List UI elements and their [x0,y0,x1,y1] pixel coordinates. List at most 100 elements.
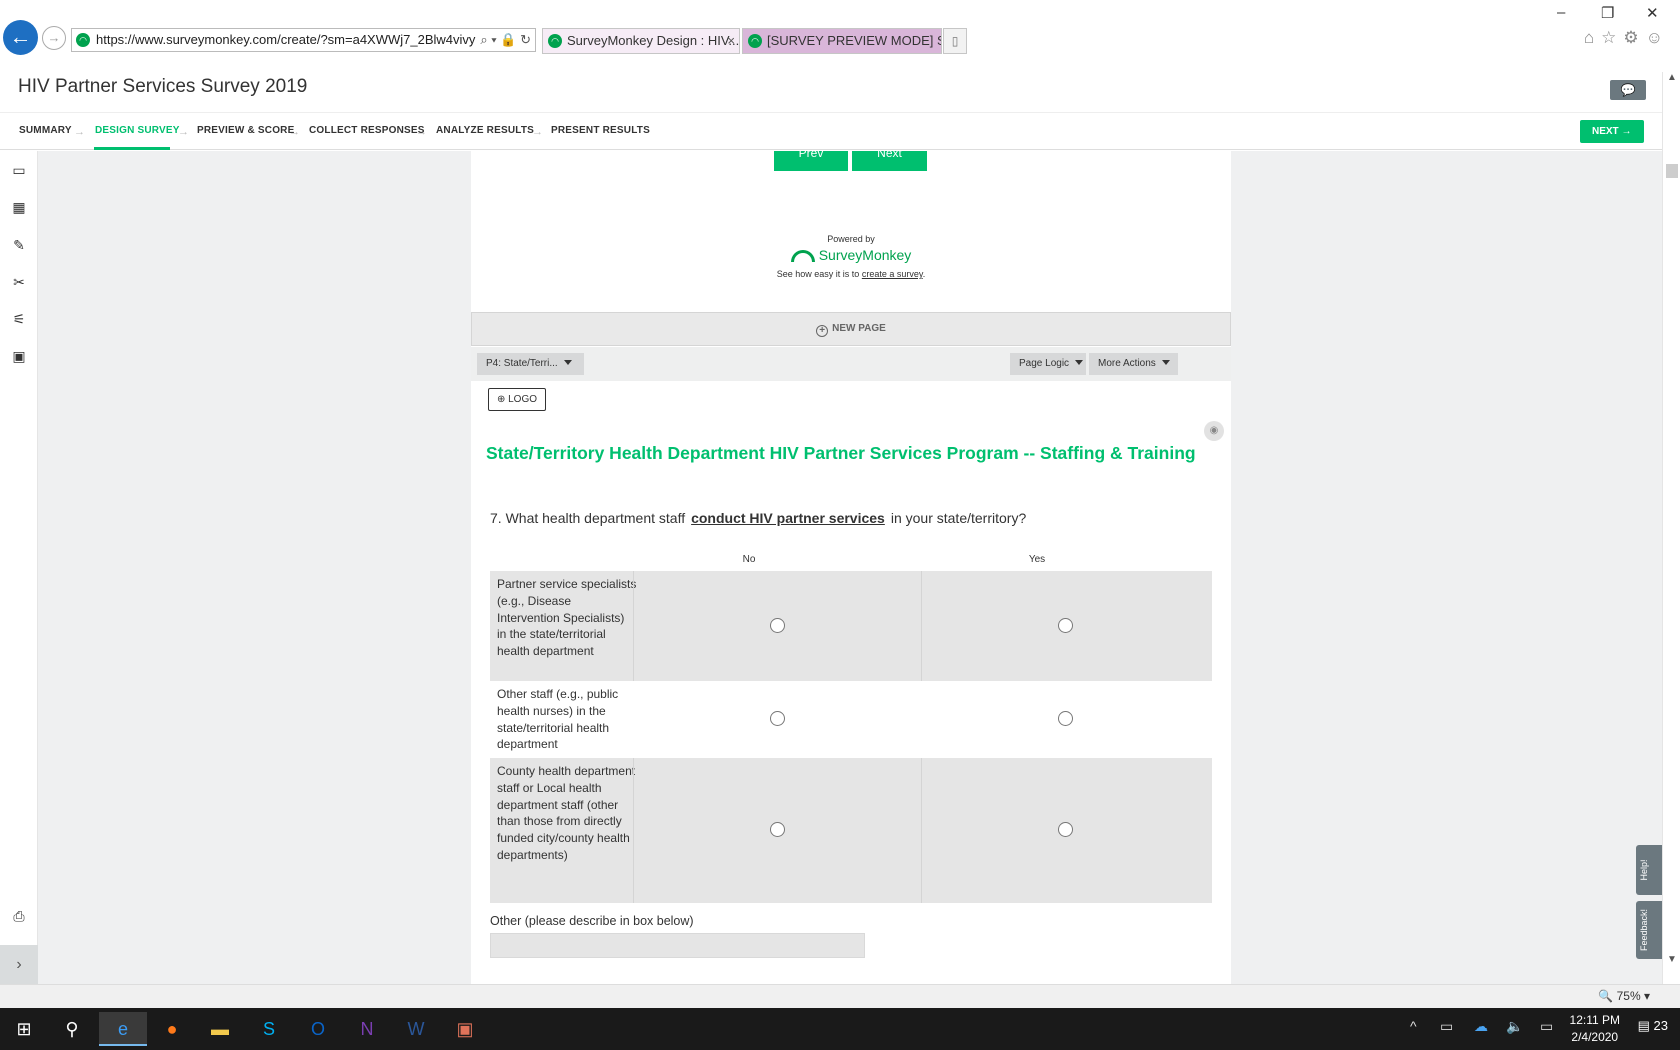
volume-icon[interactable]: 🔈 [1506,1018,1523,1035]
restore-icon[interactable]: ❐ [1601,4,1614,22]
step-preview-score[interactable]: PREVIEW & SCORE [197,125,294,136]
design-icon[interactable]: ✎ [9,235,29,255]
logic-icon[interactable]: ✂ [9,272,29,292]
radio-no[interactable] [770,711,785,726]
start-icon[interactable]: ⊞ [0,1012,48,1046]
surveymonkey-logo-icon [790,250,815,263]
new-tab-icon[interactable]: ▯ [943,28,967,54]
help-label: Help! [1639,859,1649,881]
question-title[interactable]: 7. What health department staff conduct H… [490,510,1026,526]
visibility-icon[interactable]: ◉ [1204,421,1224,441]
page-logic-button[interactable]: Page Logic [1010,353,1086,375]
step-analyze-results[interactable]: ANALYZE RESULTS [436,125,534,136]
new-page-button[interactable]: + NEW PAGE [471,312,1231,346]
radio-yes[interactable] [1058,822,1073,837]
format-icon[interactable]: ▣ [9,346,29,366]
page-title[interactable]: State/Territory Health Department HIV Pa… [486,443,1196,464]
close-window-icon[interactable]: ✕ [1646,4,1659,22]
more-actions-button[interactable]: More Actions [1089,353,1178,375]
question-prefix: What health department staff [505,510,686,526]
next-page-button[interactable]: Next [852,151,927,171]
address-tools-icon[interactable]: ⌕ ▾ 🔒 ↻ [476,29,531,51]
more-actions-label: More Actions [1098,358,1156,369]
radio-no[interactable] [770,618,785,633]
question-suffix: in your state/territory? [890,510,1027,526]
back-arrow-icon[interactable]: ← [3,20,38,55]
search-icon[interactable]: ⚲ [48,1012,96,1046]
feedback-tab[interactable]: Feedback! [1636,901,1662,959]
show-hidden-icons-icon[interactable]: ^ [1410,1018,1417,1034]
options-icon[interactable]: ⚟ [9,309,29,329]
tab-preview[interactable]: ◠ [SURVEY PREVIEW MODE] Surv... [742,28,942,54]
survey-page: Prev Next Powered by SurveyMonkey See ho… [471,151,1231,984]
app-header: HIV Partner Services Survey 2019 💬 [0,72,1662,112]
step-design-survey[interactable]: DESIGN SURVEY [95,125,180,136]
internet-explorer-icon[interactable]: e [99,1012,147,1046]
scroll-up-icon[interactable]: ▲ [1667,72,1677,83]
radio-yes[interactable] [1058,618,1073,633]
step-arrow-icon: → [416,126,427,138]
cell-divider [921,571,922,681]
survey-title[interactable]: HIV Partner Services Survey 2019 [18,76,307,98]
page-selector[interactable]: P4: State/Terri... [477,353,584,375]
cell-divider [633,758,634,903]
tab-label: SurveyMonkey Design : HIV... [567,33,740,48]
help-tab[interactable]: Help! [1636,845,1662,895]
logo-label: LOGO [508,394,538,405]
surveymonkey-logo: SurveyMonkey [471,247,1231,263]
tab-design[interactable]: ◠ SurveyMonkey Design : HIV... × [542,28,740,54]
file-explorer-icon[interactable]: ▬ [196,1012,244,1046]
close-tab-icon[interactable]: × [727,29,735,53]
scroll-down-icon[interactable]: ▼ [1667,954,1677,965]
surveymonkey-favicon-icon: ◠ [748,34,762,48]
builder-icon[interactable]: ▦ [9,197,29,217]
onedrive-icon[interactable]: ☁ [1474,1018,1488,1035]
skype-icon[interactable]: S [245,1012,293,1046]
see-how-prefix: See how easy it is to [776,269,860,279]
add-logo-button[interactable]: ⊕ LOGO [488,388,546,411]
step-arrow-icon: → [74,126,85,138]
page-scrollbar[interactable]: ▲ ▼ [1662,72,1680,984]
print-icon[interactable]: ⎙ [9,906,29,926]
plus-circle-icon: + [816,325,829,337]
question-number: 7. [490,510,502,526]
network-icon[interactable]: ▭ [1540,1018,1553,1035]
firefox-icon[interactable]: ● [148,1012,196,1046]
scroll-thumb[interactable] [1666,164,1678,178]
next-button[interactable]: NEXT → [1580,120,1644,143]
step-summary[interactable]: SUMMARY [19,125,72,136]
see-how-suffix: . [922,269,926,279]
prev-button[interactable]: Prev [774,151,848,171]
minimize-icon[interactable]: – [1557,4,1565,21]
active-step-indicator [94,147,170,150]
browser-home-favorites-settings-icon[interactable]: ⌂☆⚙☺ [1584,28,1670,48]
create-survey-link[interactable]: create a survey [862,269,923,279]
question-bank-icon[interactable]: ▭ [9,160,29,180]
address-bar[interactable]: ◠ https://www.surveymonkey.com/create/?s… [71,28,536,52]
page-selector-label: P4: State/Terri... [486,358,558,369]
chevron-down-icon [563,360,572,365]
forward-arrow-icon[interactable]: → [42,26,66,50]
expand-rail-icon[interactable]: › [0,945,38,984]
onenote-icon[interactable]: N [343,1012,391,1046]
zoom-level[interactable]: 🔍 75% ▾ [1598,989,1650,1003]
photos-icon[interactable]: ▣ [441,1012,489,1046]
notifications-icon[interactable]: ▤ 23 [1638,1018,1668,1034]
radio-yes[interactable] [1058,711,1073,726]
step-collect-responses[interactable]: COLLECT RESPONSES [309,125,425,136]
surveymonkey-favicon-icon: ◠ [548,34,562,48]
left-toolbar: ▭ ▦ ✎ ✂ ⚟ ▣ ⎙ › [0,151,38,984]
outlook-icon[interactable]: O [294,1012,342,1046]
clock-time: 12:11 PM [1569,1013,1620,1027]
radio-no[interactable] [770,822,785,837]
step-present-results[interactable]: PRESENT RESULTS [551,125,650,136]
battery-icon[interactable]: ▭ [1440,1018,1453,1035]
word-icon[interactable]: W [392,1012,440,1046]
clock[interactable]: 12:11 PM 2/4/2020 [1570,1012,1620,1046]
address-text: https://www.surveymonkey.com/create/?sm=… [96,32,497,47]
other-text-input[interactable] [490,933,865,958]
windows-taskbar: ⊞ ⚲ e ● ▬ S O N W ▣ ^ ▭ ☁ 🔈 ▭ 12:11 PM 2… [0,1008,1680,1050]
chat-icon[interactable]: 💬 [1610,80,1646,100]
other-label: Other (please describe in box below) [490,914,694,928]
chevron-down-icon [1161,360,1170,365]
